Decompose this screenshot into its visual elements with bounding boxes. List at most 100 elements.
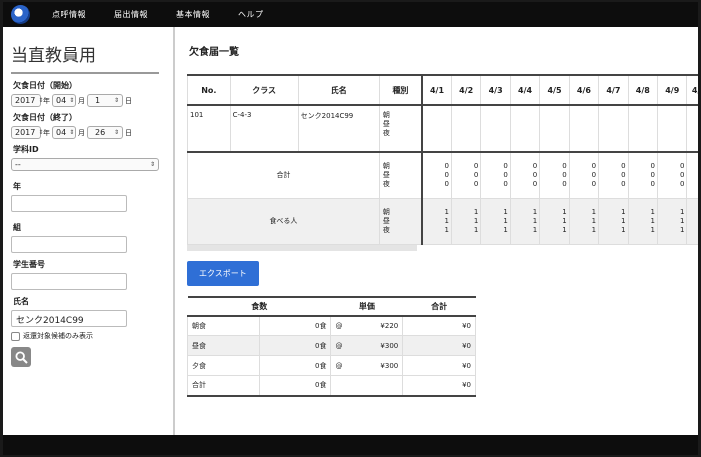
day-cell[interactable]: [686, 104, 698, 153]
total-cell: 000: [480, 151, 511, 199]
chevron-updown-icon: ⇕: [149, 161, 155, 168]
start-date-label: 欠食日付（開始）: [13, 81, 77, 90]
fee-count: 0食: [258, 335, 332, 356]
bottom-bar: [3, 435, 698, 455]
search-button[interactable]: [11, 347, 31, 367]
fee-price: @ ¥300: [330, 355, 404, 376]
end-month-select[interactable]: 04 ⇕: [52, 126, 76, 139]
col-header: 4/8: [627, 74, 659, 106]
class-label: 組: [13, 223, 21, 232]
name-label: 氏名: [13, 297, 29, 306]
year-unit: 年: [43, 96, 50, 105]
eaters-label: 食べる人: [187, 197, 380, 245]
day-cell[interactable]: [657, 104, 688, 153]
eaters-cell: 111: [568, 197, 600, 245]
col-header: 氏名: [297, 74, 380, 106]
eaters-row: 食べる人 朝昼夜 111 111 111 111 111 111 111 111…: [187, 197, 698, 245]
fee-total-row: 合計 0食 ¥0: [187, 375, 476, 397]
student-no-input[interactable]: [11, 273, 127, 290]
fee-total: ¥0: [402, 315, 476, 336]
fee-label: 朝食: [187, 315, 260, 336]
col-header: 4/4: [509, 74, 541, 106]
meal-fee-table: 食数 単価 合計 朝食 0食 @¥220 ¥0 昼食 0食 @¥300 ¥0: [187, 295, 476, 397]
nav-basic-info[interactable]: 基本情報: [176, 9, 210, 20]
day-cell[interactable]: [627, 104, 659, 153]
start-date-row: 2017 ⇕ 年 04 ⇕ 月 1 ⇕ 日: [11, 94, 173, 107]
total-meals: 朝昼夜: [378, 151, 424, 199]
eaters-cell: 111: [509, 197, 541, 245]
refund-filter-checkbox[interactable]: [11, 331, 20, 341]
col-header: 4/1: [421, 74, 452, 106]
day-cell[interactable]: [539, 104, 570, 153]
col-header: 4/5: [539, 74, 570, 106]
eaters-cell: 111: [627, 197, 659, 245]
col-header: No.: [187, 74, 231, 106]
refund-filter-label: 返還対象候補のみ表示: [23, 332, 93, 340]
app-window: 点呼情報 届出情報 基本情報 ヘルプ 当直教員用 欠食日付（開始） 2017 ⇕ …: [3, 2, 698, 455]
eaters-cell: 111: [450, 197, 482, 245]
total-cell: 000: [627, 151, 659, 199]
day-cell[interactable]: [509, 104, 541, 153]
nav-roll-call[interactable]: 点呼情報: [52, 9, 86, 20]
col-header: クラス: [229, 74, 299, 106]
day-cell[interactable]: [568, 104, 600, 153]
col-header: 4/2: [450, 74, 482, 106]
day-cell[interactable]: [421, 104, 452, 153]
day-cell[interactable]: [598, 104, 629, 153]
start-month-select[interactable]: 04 ⇕: [52, 94, 76, 107]
dept-select[interactable]: -- ⇕: [11, 158, 159, 171]
end-date-label: 欠食日付（終了）: [13, 113, 77, 122]
year-unit: 年: [43, 128, 50, 137]
col-header: 4/3: [480, 74, 511, 106]
month-unit: 月: [78, 128, 85, 137]
start-day-select[interactable]: 1 ⇕: [87, 94, 123, 107]
col-header: 4/7: [598, 74, 629, 106]
col-header: 合計: [402, 295, 476, 317]
main-content: 欠食届一覧 No. クラス 氏名 種別 4/1 4/2 4/3 4/4 4/5: [187, 27, 698, 435]
name-input[interactable]: センク2014C99: [11, 310, 127, 327]
total-cell: 000: [686, 151, 698, 199]
chevron-updown-icon: ⇕: [69, 129, 75, 136]
end-year-select[interactable]: 2017 ⇕: [11, 126, 43, 139]
col-header: 4/6: [568, 74, 600, 106]
year-input[interactable]: [11, 195, 127, 212]
fee-price: @ ¥220: [330, 315, 404, 336]
eaters-cell: 111: [686, 197, 698, 245]
fee-label: 昼食: [187, 335, 260, 356]
total-row: 合計 朝昼夜 000 000 000 000 000 000 000 000 0…: [187, 151, 698, 199]
eaters-meals: 朝昼夜: [378, 197, 424, 245]
dept-label: 学科ID: [13, 145, 39, 154]
day-cell[interactable]: [450, 104, 482, 153]
end-date-row: 2017 ⇕ 年 04 ⇕ 月 26 ⇕ 日: [11, 126, 173, 139]
fee-total: ¥0: [402, 355, 476, 376]
day-cell[interactable]: [480, 104, 511, 153]
day-unit: 日: [125, 128, 132, 137]
sidebar-title: 当直教員用: [11, 41, 159, 74]
table-horizontal-scrollbar[interactable]: [187, 244, 417, 251]
class-input[interactable]: [11, 236, 127, 253]
student-no-label: 学生番号: [13, 260, 45, 269]
row-meals: 朝昼夜: [378, 104, 424, 153]
fee-count: 0食: [258, 355, 332, 376]
start-year-select[interactable]: 2017 ⇕: [11, 94, 43, 107]
end-day-select[interactable]: 26 ⇕: [87, 126, 123, 139]
search-sidebar: 当直教員用 欠食日付（開始） 2017 ⇕ 年 04 ⇕ 月 1 ⇕ 日 欠食日付（終…: [3, 27, 175, 435]
total-cell: 000: [598, 151, 629, 199]
col-header: 4/10: [686, 74, 698, 106]
row-class: C-4-3: [229, 104, 299, 153]
total-cell: 000: [421, 151, 452, 199]
table-row: 101 C-4-3 センク2014C99 朝昼夜: [187, 104, 698, 153]
row-name: センク2014C99: [297, 104, 380, 153]
nav-notifications[interactable]: 届出情報: [114, 9, 148, 20]
fee-price: [330, 375, 404, 397]
fee-row: 朝食 0食 @ ¥220 ¥0: [187, 315, 476, 336]
col-header: 食数: [187, 295, 331, 317]
app-logo-icon[interactable]: [11, 5, 30, 24]
nav-help[interactable]: ヘルプ: [238, 9, 264, 20]
total-cell: 000: [657, 151, 688, 199]
col-header: 種別: [378, 74, 424, 106]
export-button[interactable]: エクスポート: [187, 260, 259, 286]
total-cell: 000: [568, 151, 600, 199]
month-unit: 月: [78, 96, 85, 105]
fee-total: ¥0: [402, 375, 476, 397]
